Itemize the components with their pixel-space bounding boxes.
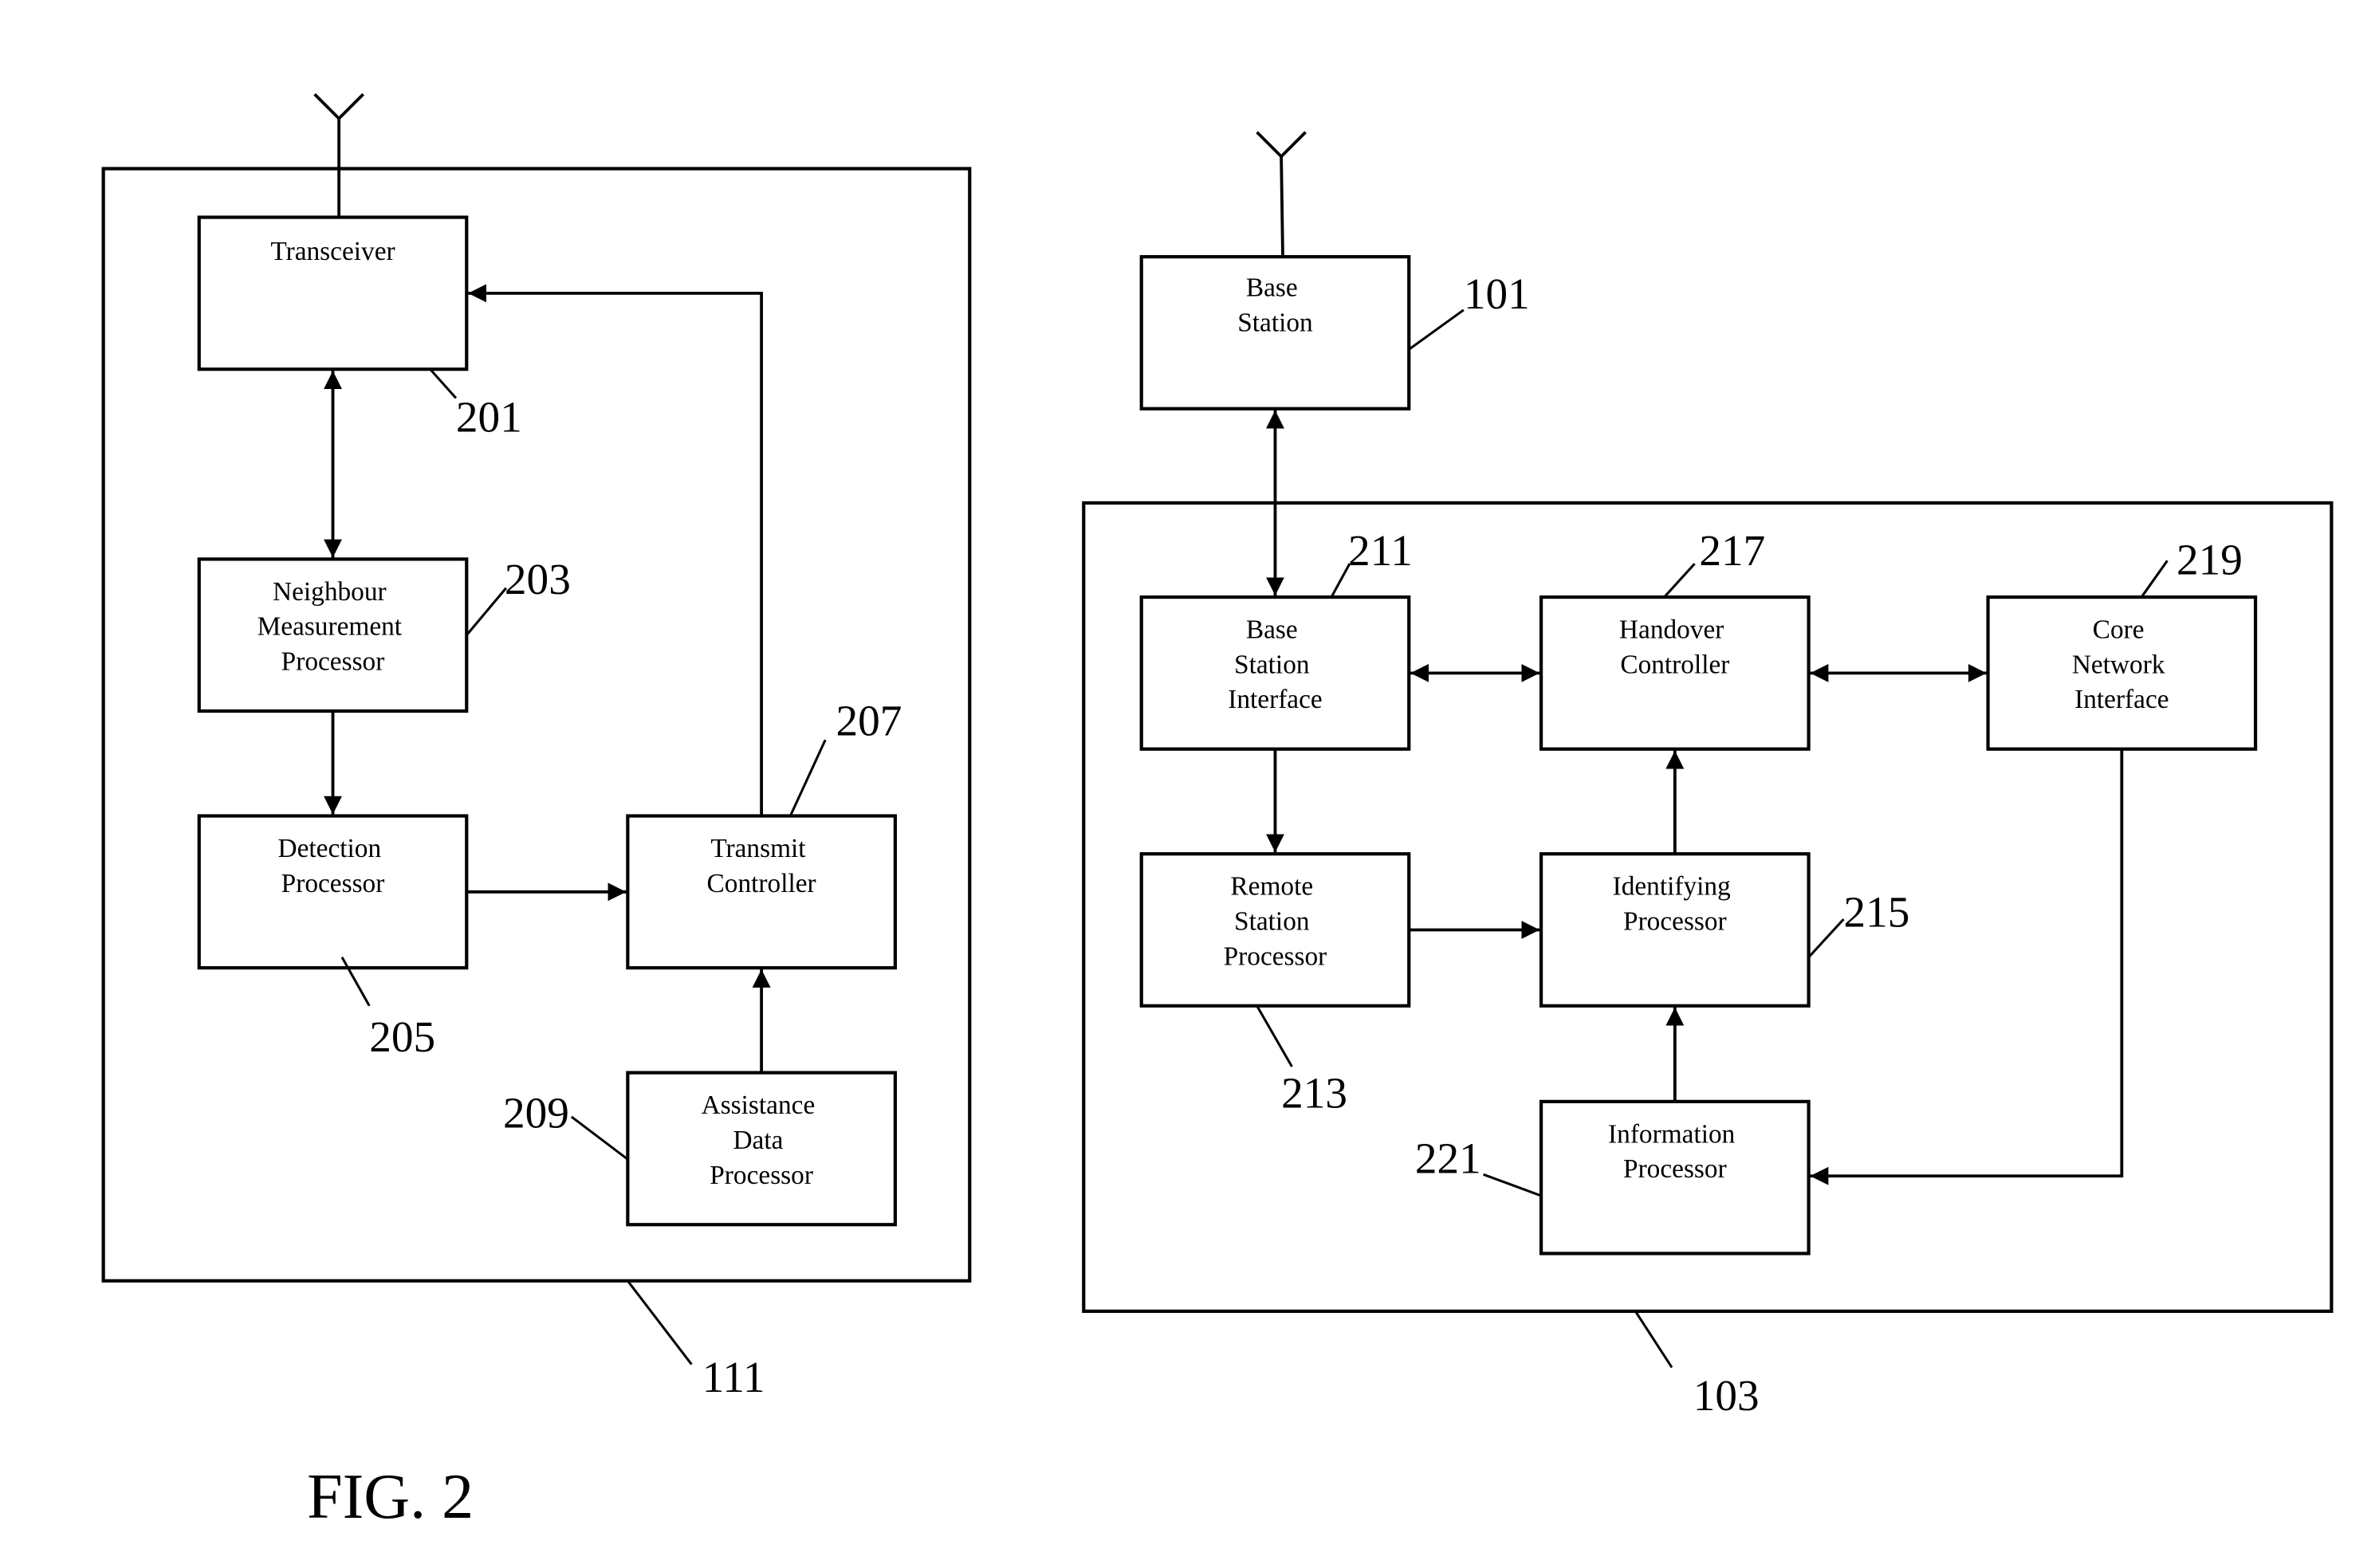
- ref-207: 207: [836, 697, 902, 745]
- base-station-antenna-icon: [1256, 131, 1307, 257]
- leader-103: [1634, 1311, 1673, 1369]
- leader-221: [1483, 1173, 1542, 1197]
- information-processor-block: Information Processor: [1539, 1099, 1811, 1256]
- remote-station-processor-label: Remote Station Processor: [1224, 872, 1327, 972]
- fig2-block-diagram: Transceiver Neighbour Measurement Proces…: [101, 92, 2334, 1532]
- remote-station-group: Transceiver Neighbour Measurement Proces…: [101, 92, 972, 1401]
- ref-111: 111: [702, 1353, 765, 1401]
- ref-101: 101: [1464, 269, 1530, 318]
- assistance-data-processor-block: Assistance Data Processor: [626, 1071, 897, 1227]
- remote-station-processor-block: Remote Station Processor: [1139, 852, 1411, 1008]
- leader-217: [1663, 563, 1696, 599]
- neighbour-measurement-processor-block: Neighbour Measurement Processor: [197, 557, 469, 713]
- identifying-processor-block: Identifying Processor: [1539, 852, 1811, 1008]
- leader-215: [1807, 918, 1845, 958]
- ref-221: 221: [1415, 1134, 1481, 1182]
- ref-201: 201: [456, 392, 522, 441]
- leader-101: [1408, 308, 1465, 351]
- network-group: Base Station 101 Base Station Interface …: [1082, 131, 2334, 1420]
- ref-215: 215: [1843, 888, 1909, 937]
- leader-219: [2140, 560, 2169, 598]
- leader-209: [570, 1115, 629, 1161]
- ref-203: 203: [505, 555, 571, 603]
- base-station-interface-block: Base Station Interface: [1139, 595, 1411, 751]
- antenna-icon: [313, 92, 364, 218]
- figure-label: FIG. 2: [307, 1462, 474, 1532]
- core-network-interface-block: Core Network Interface: [1986, 595, 2258, 751]
- ref-209: 209: [503, 1088, 569, 1137]
- ref-211: 211: [1348, 526, 1413, 575]
- handover-controller-block: Handover Controller: [1539, 595, 1811, 751]
- ref-219: 219: [2176, 535, 2243, 584]
- leader-211: [1330, 563, 1351, 598]
- ref-205: 205: [369, 1012, 435, 1061]
- leader-203: [466, 587, 508, 636]
- transmit-controller-block: Transmit Controller: [626, 814, 897, 970]
- arrow-core-information: [1810, 749, 2124, 1185]
- ref-217: 217: [1699, 526, 1765, 575]
- leader-207: [788, 739, 827, 817]
- base-station-block: Base Station: [1139, 255, 1411, 411]
- leader-111: [627, 1279, 693, 1366]
- ref-213: 213: [1281, 1068, 1347, 1117]
- ref-103: 103: [1693, 1371, 1760, 1420]
- transceiver-label: Transceiver: [270, 237, 395, 266]
- detection-processor-block: Detection Processor: [197, 814, 469, 970]
- leader-213: [1256, 1005, 1293, 1067]
- leader-201: [429, 368, 458, 399]
- transceiver-block: Transceiver: [197, 215, 469, 371]
